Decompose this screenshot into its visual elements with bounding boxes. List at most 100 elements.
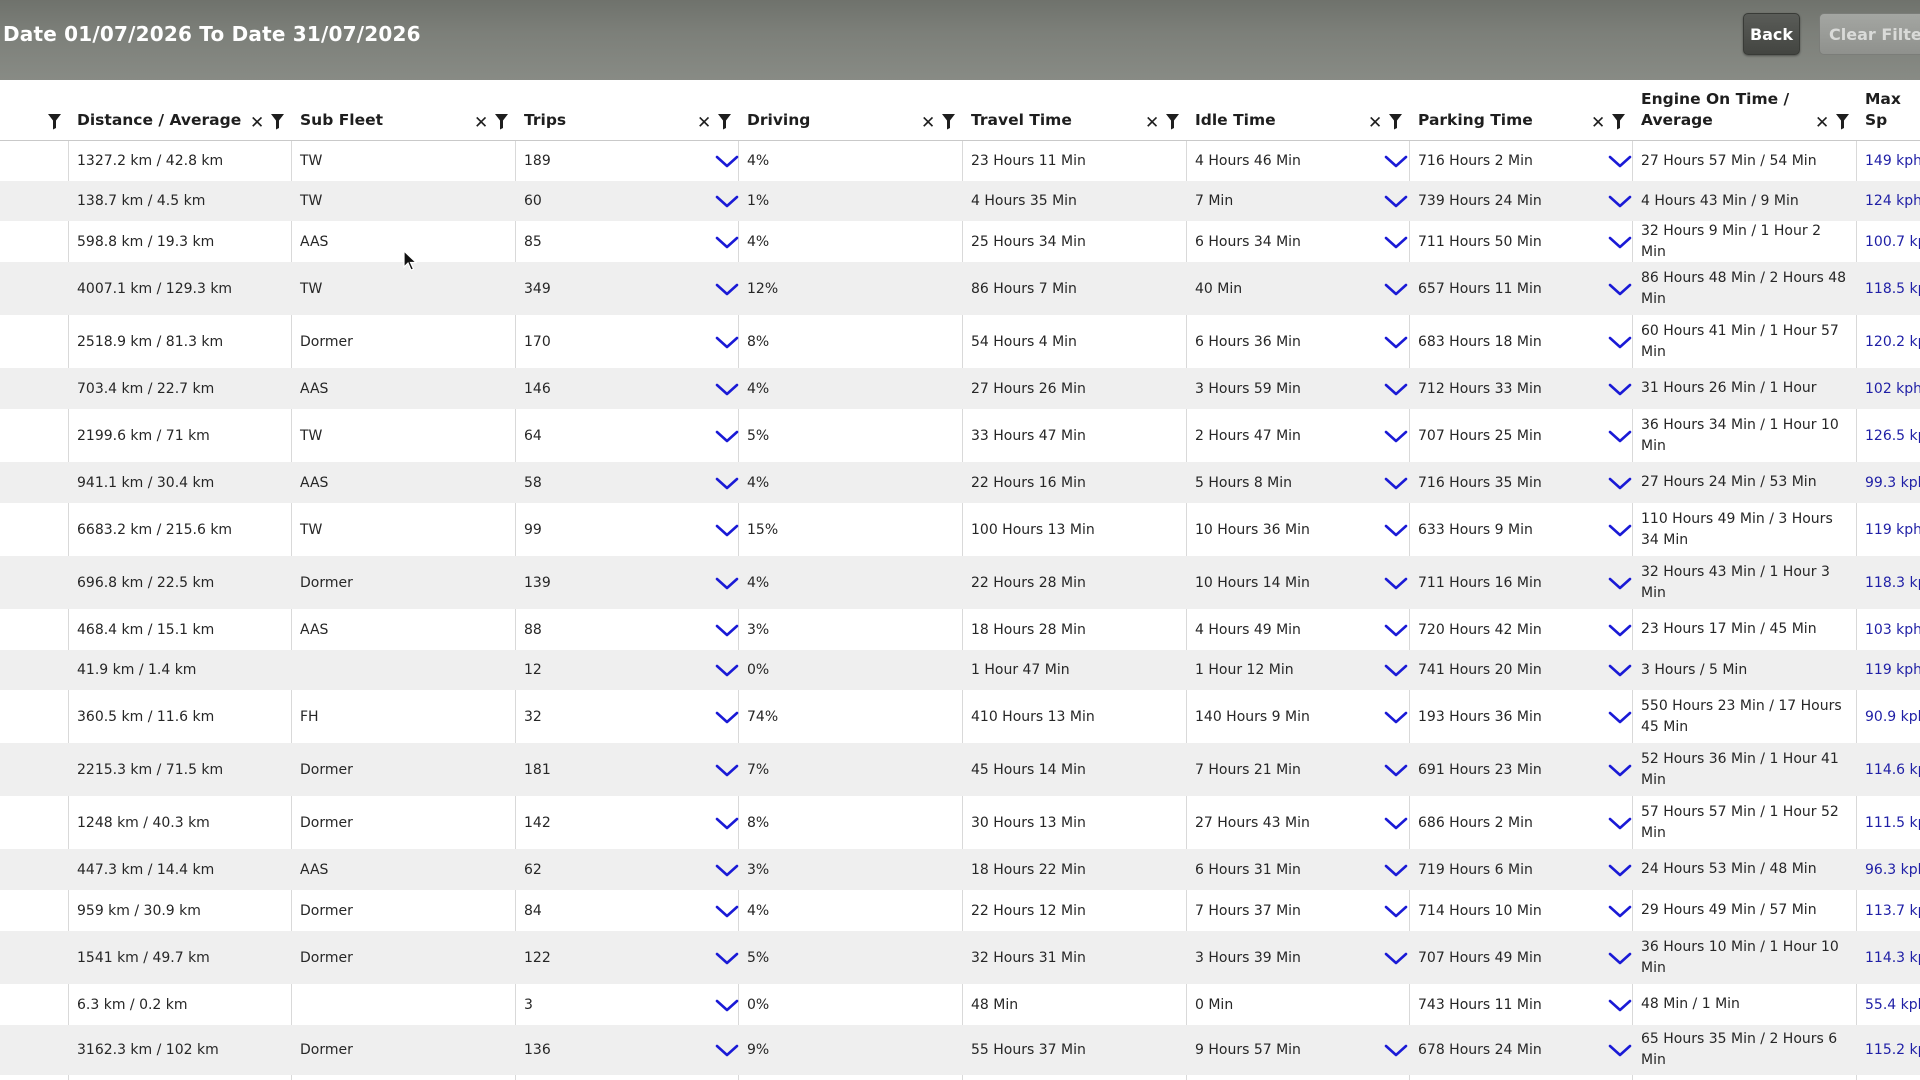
table-row[interactable]: 598.8 km / 19.3 km AAS 85 4% 25 Hours 34 Min… <box>0 221 1920 262</box>
chevron-down-icon[interactable] <box>715 336 739 350</box>
table-row[interactable]: 468.4 km / 15.1 km AAS 88 3% 18 Hours 28 Min… <box>0 609 1920 650</box>
chevron-down-icon[interactable] <box>1608 624 1632 638</box>
clear-filter-button[interactable]: Clear Filter <box>1819 13 1920 55</box>
column-header-travel[interactable]: Travel Time ✕ <box>962 80 1186 140</box>
column-header-idle[interactable]: Idle Time ✕ <box>1186 80 1409 140</box>
chevron-down-icon[interactable] <box>715 864 739 878</box>
chevron-down-icon[interactable] <box>715 383 739 397</box>
table-row[interactable]: 2518.9 km / 81.3 km Dormer 170 8% 54 Hours 4… <box>0 315 1920 368</box>
chevron-down-icon[interactable] <box>715 999 739 1013</box>
chevron-down-icon[interactable] <box>1384 952 1408 966</box>
chevron-down-icon[interactable] <box>715 430 739 444</box>
table-row[interactable]: 1541 km / 49.7 km Dormer 122 5% 32 Hours 31 … <box>0 931 1920 984</box>
table-row[interactable]: 1248 km / 40.3 km Dormer 142 8% 30 Hours 13 … <box>0 796 1920 849</box>
chevron-down-icon[interactable] <box>715 1044 739 1058</box>
chevron-down-icon[interactable] <box>715 624 739 638</box>
column-header-trips[interactable]: Trips ✕ <box>515 80 738 140</box>
chevron-down-icon[interactable] <box>1384 195 1408 209</box>
table-row[interactable]: 696.8 km / 22.5 km Dormer 139 4% 22 Hours 28… <box>0 556 1920 609</box>
filter-icon[interactable] <box>941 113 956 130</box>
column-header-parking[interactable]: Parking Time ✕ <box>1409 80 1632 140</box>
chevron-down-icon[interactable] <box>1608 195 1632 209</box>
chevron-down-icon[interactable] <box>1608 283 1632 297</box>
chevron-down-icon[interactable] <box>1384 577 1408 591</box>
chevron-down-icon[interactable] <box>1608 236 1632 250</box>
close-icon[interactable]: ✕ <box>1815 115 1829 132</box>
table-row[interactable]: 1327.2 km / 42.8 km TW 189 4% 23 Hours 11 Mi… <box>0 141 1920 181</box>
back-button[interactable]: Back <box>1743 13 1800 55</box>
chevron-down-icon[interactable] <box>1384 1044 1408 1058</box>
filter-icon[interactable] <box>494 113 509 130</box>
filter-icon[interactable] <box>717 113 732 130</box>
chevron-down-icon[interactable] <box>715 711 739 725</box>
chevron-down-icon[interactable] <box>1608 336 1632 350</box>
table-row[interactable]: 360.5 km / 11.6 km FH 32 74% 410 Hours 13 Mi… <box>0 690 1920 743</box>
table-row[interactable]: 6683.2 km / 215.6 km TW 99 15% 100 Hours 13 … <box>0 503 1920 556</box>
close-icon[interactable]: ✕ <box>1591 115 1605 132</box>
chevron-down-icon[interactable] <box>715 664 739 678</box>
close-icon[interactable]: ✕ <box>474 115 488 132</box>
close-icon[interactable]: ✕ <box>1368 115 1382 132</box>
table-row[interactable]: 941.1 km / 30.4 km AAS 58 4% 22 Hours 16 Min… <box>0 462 1920 503</box>
chevron-down-icon[interactable] <box>1608 711 1632 725</box>
close-icon[interactable]: ✕ <box>1145 115 1159 132</box>
column-header-sub_fleet[interactable]: Sub Fleet ✕ <box>291 80 515 140</box>
close-icon[interactable]: ✕ <box>921 115 935 132</box>
chevron-down-icon[interactable] <box>1608 864 1632 878</box>
chevron-down-icon[interactable] <box>715 195 739 209</box>
chevron-down-icon[interactable] <box>1608 383 1632 397</box>
table-row[interactable]: 3162.3 km / 102 km Dormer 136 9% 55 Hours 37… <box>0 1025 1920 1075</box>
close-icon[interactable]: ✕ <box>697 115 711 132</box>
column-header-engine[interactable]: Engine On Time / Average ✕ <box>1632 80 1856 140</box>
chevron-down-icon[interactable] <box>1608 952 1632 966</box>
chevron-down-icon[interactable] <box>1608 1044 1632 1058</box>
chevron-down-icon[interactable] <box>1608 577 1632 591</box>
table-row[interactable]: 6.3 km / 0.2 km 3 0% 48 Min 0 Min 743 Hours 1… <box>0 984 1920 1025</box>
chevron-down-icon[interactable] <box>1384 711 1408 725</box>
filter-icon[interactable] <box>1388 113 1403 130</box>
chevron-down-icon[interactable] <box>1608 999 1632 1013</box>
table-row[interactable]: 703.4 km / 22.7 km AAS 146 4% 27 Hours 26 Mi… <box>0 368 1920 409</box>
table-row[interactable]: 41.9 km / 1.4 km 12 0% 1 Hour 47 Min 1 Hour … <box>0 650 1920 690</box>
table-row[interactable]: 2199.6 km / 71 km TW 64 5% 33 Hours 47 Min 2 … <box>0 409 1920 462</box>
chevron-down-icon[interactable] <box>1608 524 1632 538</box>
chevron-down-icon[interactable] <box>715 905 739 919</box>
column-header-driving[interactable]: Driving ✕ <box>738 80 962 140</box>
chevron-down-icon[interactable] <box>1608 155 1632 169</box>
chevron-down-icon[interactable] <box>1384 383 1408 397</box>
chevron-down-icon[interactable] <box>1608 477 1632 491</box>
chevron-down-icon[interactable] <box>1608 430 1632 444</box>
chevron-down-icon[interactable] <box>715 817 739 831</box>
chevron-down-icon[interactable] <box>715 283 739 297</box>
chevron-down-icon[interactable] <box>1608 817 1632 831</box>
chevron-down-icon[interactable] <box>1384 477 1408 491</box>
filter-icon[interactable] <box>1611 113 1626 130</box>
chevron-down-icon[interactable] <box>1384 905 1408 919</box>
chevron-down-icon[interactable] <box>1384 524 1408 538</box>
chevron-down-icon[interactable] <box>1384 864 1408 878</box>
chevron-down-icon[interactable] <box>1384 283 1408 297</box>
table-row[interactable]: 138.7 km / 4.5 km TW 60 1% 4 Hours 35 Min 7 M… <box>0 181 1920 221</box>
chevron-down-icon[interactable] <box>715 577 739 591</box>
chevron-down-icon[interactable] <box>1384 764 1408 778</box>
chevron-down-icon[interactable] <box>1384 624 1408 638</box>
filter-icon[interactable] <box>270 113 285 130</box>
table-row[interactable]: 2215.3 km / 71.5 km Dormer 181 7% 45 Hours 1… <box>0 743 1920 796</box>
close-icon[interactable]: ✕ <box>250 115 264 132</box>
filter-icon[interactable] <box>1165 113 1180 130</box>
chevron-down-icon[interactable] <box>1384 236 1408 250</box>
column-header-distance[interactable]: Distance / Average ✕ <box>68 80 291 140</box>
chevron-down-icon[interactable] <box>715 477 739 491</box>
chevron-down-icon[interactable] <box>715 952 739 966</box>
chevron-down-icon[interactable] <box>1384 430 1408 444</box>
chevron-down-icon[interactable] <box>1384 817 1408 831</box>
column-header-vehicle[interactable] <box>0 80 68 140</box>
chevron-down-icon[interactable] <box>715 236 739 250</box>
table-row[interactable]: 959 km / 30.9 km Dormer 84 4% 22 Hours 12 Mi… <box>0 890 1920 931</box>
chevron-down-icon[interactable] <box>1384 664 1408 678</box>
chevron-down-icon[interactable] <box>1608 905 1632 919</box>
filter-icon[interactable] <box>47 113 62 130</box>
filter-icon[interactable] <box>1835 113 1850 130</box>
table-row[interactable]: 447.3 km / 14.4 km AAS 62 3% 18 Hours 22 Min… <box>0 849 1920 890</box>
column-header-maxspeed[interactable]: Max Sp <box>1856 80 1920 140</box>
